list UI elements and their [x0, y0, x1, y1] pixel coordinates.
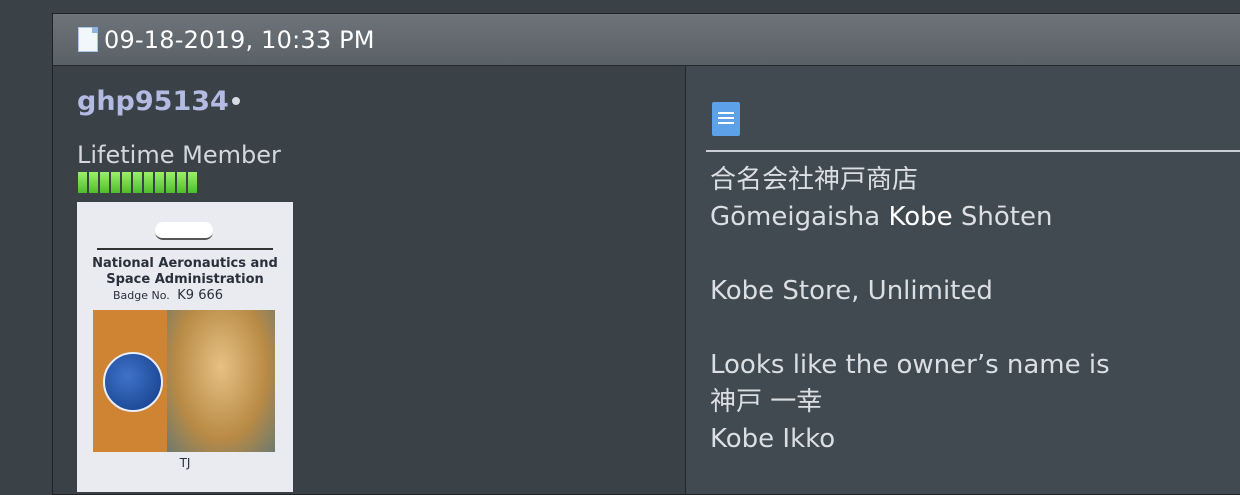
title-divider	[706, 150, 1240, 152]
message-line: Gōmeigaisha Kobe Shōten	[710, 202, 1053, 232]
user-title: Lifetime Member	[77, 141, 281, 169]
reputation-pip	[166, 172, 175, 193]
badge-name: TJ	[179, 456, 191, 470]
badge-number: Badge No. K9 666	[113, 288, 224, 303]
user-info-panel: ghp95134 Lifetime Member National Aerona…	[53, 66, 686, 494]
message-line: Kobe Store, Unlimited	[710, 276, 993, 306]
reputation-pip	[111, 172, 120, 193]
dog-photo	[167, 310, 275, 452]
reputation-pip	[78, 172, 87, 193]
message-line: Kobe Ikko	[710, 424, 836, 454]
post-content-panel: 合名会社神戸商店 Gōmeigaisha Kobe Shōten Kobe St…	[686, 66, 1240, 494]
reputation-pip	[122, 172, 131, 193]
message-line: 合名会社神戸商店	[710, 165, 919, 195]
message-line: 神戸 一幸	[710, 387, 823, 417]
reputation-pip	[144, 172, 153, 193]
reputation-bar[interactable]	[78, 172, 197, 193]
post-container: 09-18-2019, 10:33 PM ghp95134 Lifetime M…	[52, 13, 1240, 495]
message-line: Looks like the owner’s name is	[710, 350, 1110, 380]
post-icon	[712, 102, 740, 136]
document-icon	[78, 27, 98, 52]
reputation-pip	[89, 172, 98, 193]
reputation-pip	[133, 172, 142, 193]
post-date: 09-18-2019, 10:33 PM	[104, 25, 375, 54]
badge-agency: National Aeronautics and Space Administr…	[92, 256, 278, 287]
badge-slot	[155, 222, 213, 240]
reputation-pip	[155, 172, 164, 193]
reputation-pip	[188, 172, 197, 193]
highlighted-word: Kobe	[888, 202, 953, 232]
online-status-icon	[232, 97, 240, 105]
avatar[interactable]: National Aeronautics and Space Administr…	[77, 202, 293, 492]
username-link[interactable]: ghp95134	[77, 86, 229, 117]
post-header: 09-18-2019, 10:33 PM	[53, 14, 1240, 66]
nasa-logo-icon	[103, 352, 163, 412]
post-message: 合名会社神戸商店 Gōmeigaisha Kobe Shōten Kobe St…	[710, 162, 1110, 458]
badge-divider	[97, 248, 273, 250]
reputation-pip	[100, 172, 109, 193]
reputation-pip	[177, 172, 186, 193]
